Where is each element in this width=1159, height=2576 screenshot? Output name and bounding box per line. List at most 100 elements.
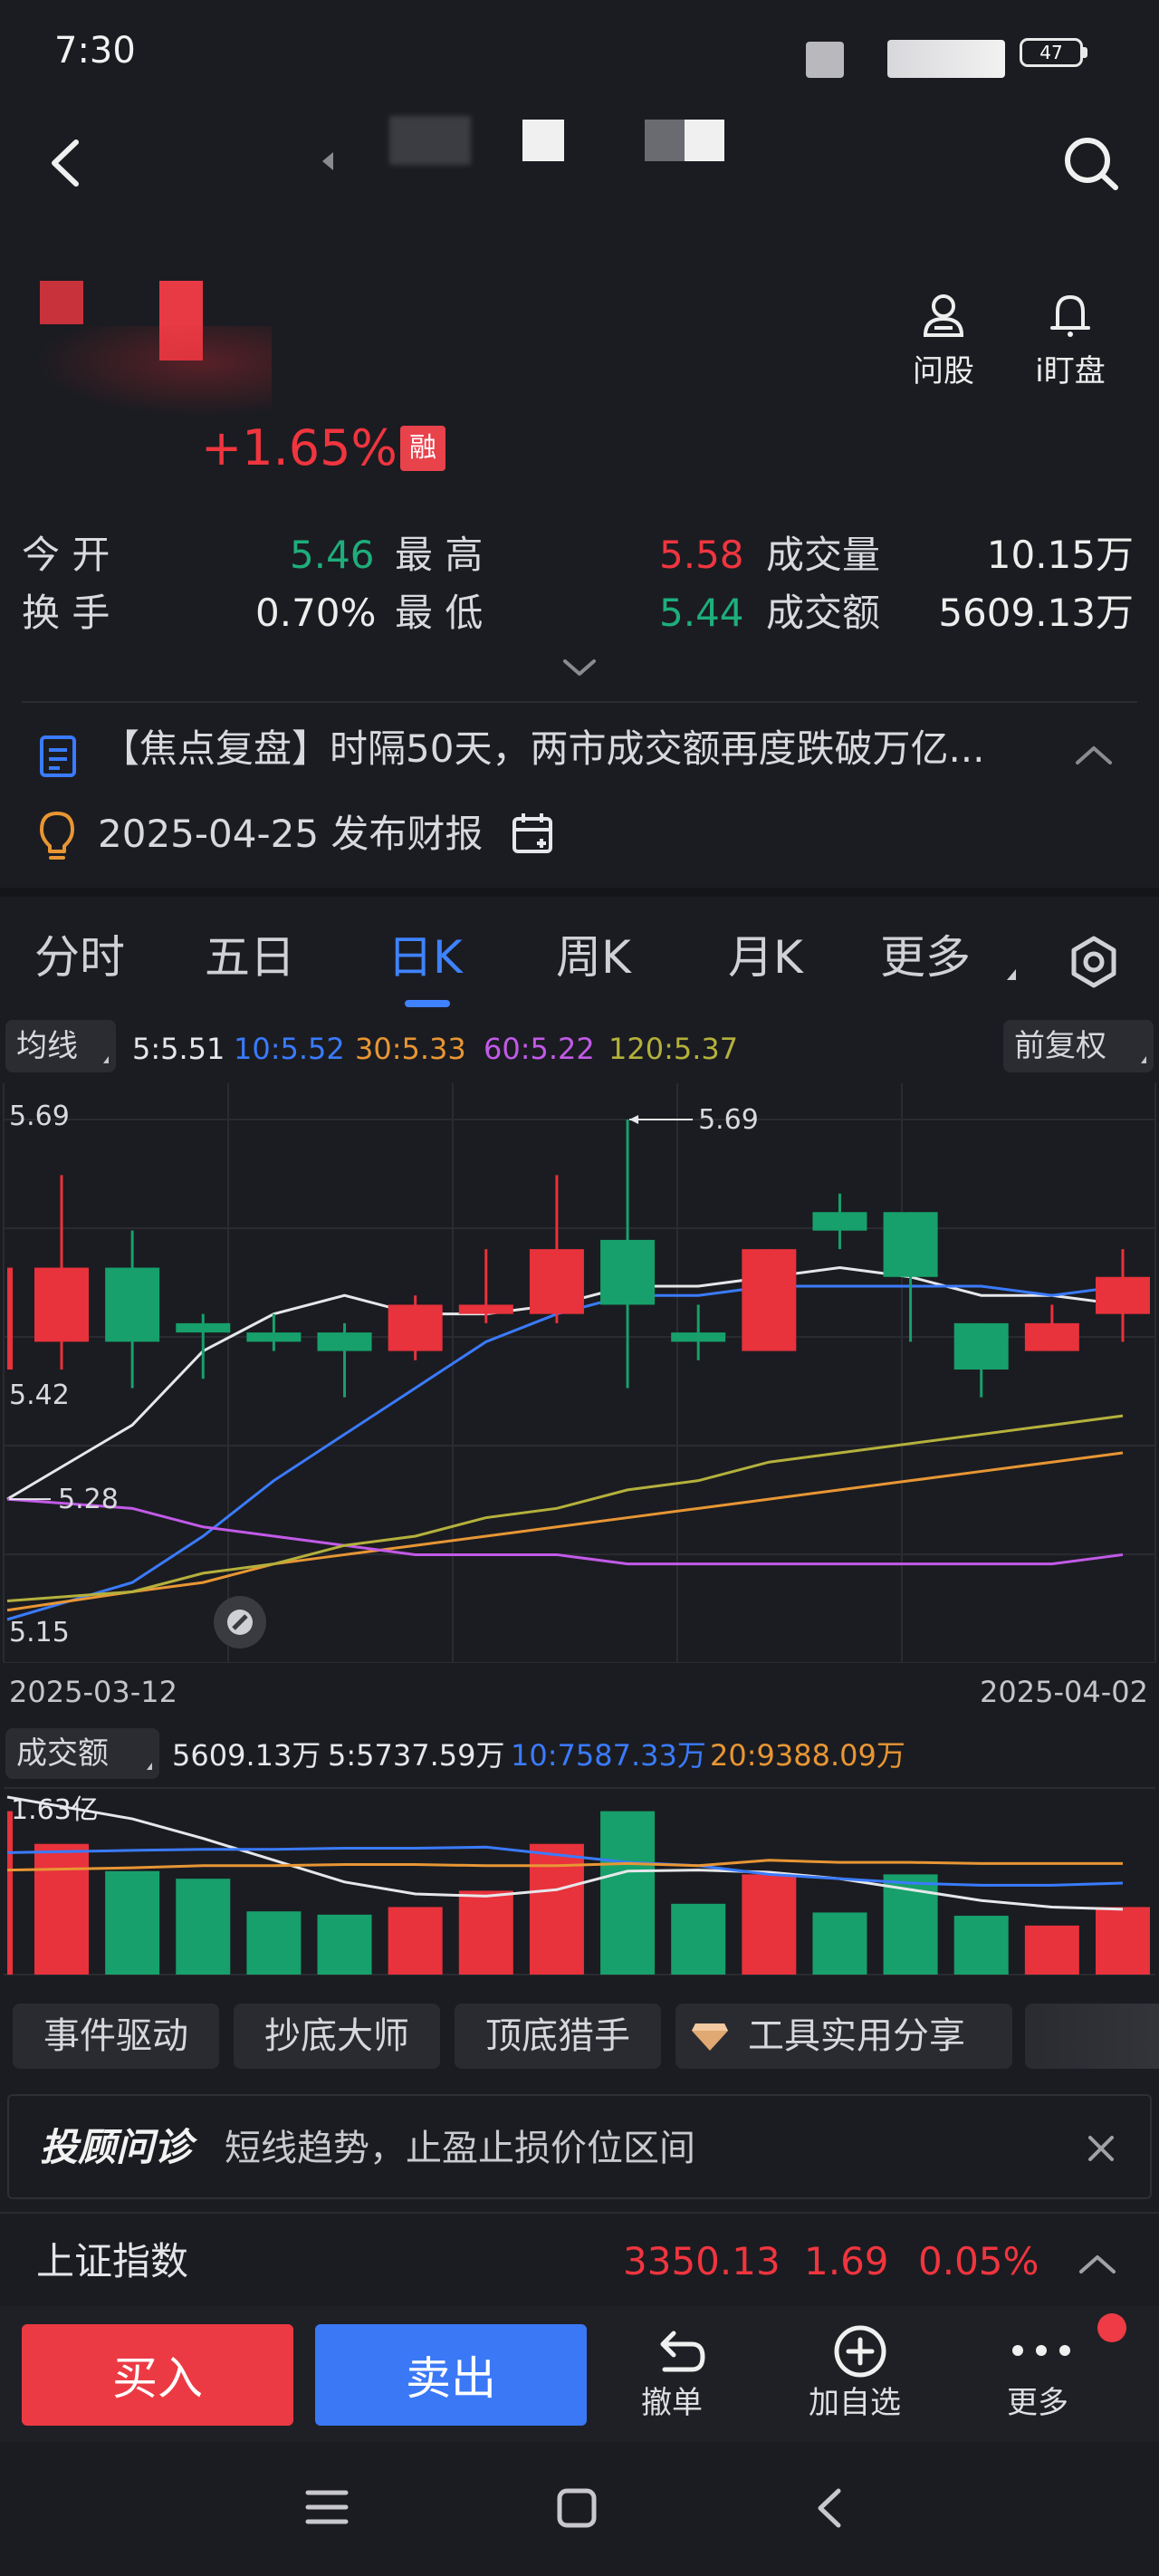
candle-body [812, 1212, 867, 1231]
draw-tool-button[interactable] [214, 1596, 266, 1648]
index-value: 3350.13 [623, 2239, 781, 2283]
watch-label: i盯盘 [1035, 353, 1106, 389]
add-watchlist-label: 加自选 [809, 2385, 901, 2421]
volume-bar [317, 1914, 372, 1975]
chip-bottom-master[interactable]: 抄底大师 [234, 2004, 440, 2069]
sell-button[interactable]: 卖出 [315, 2324, 587, 2426]
tab-more[interactable]: 更多 [880, 935, 971, 980]
search-icon[interactable] [1059, 131, 1123, 195]
signal-icon [806, 42, 844, 78]
vol-ma10: 10:7587.33万 [511, 1738, 706, 1773]
candlestick-chart[interactable]: 5.69 5.42 5.15 5.69 5.28 [0, 1083, 1159, 1663]
candle-body [105, 1267, 160, 1342]
ma-120: 120:5.37 [608, 1032, 739, 1066]
candle-body [388, 1304, 443, 1351]
notification-dot [1097, 2313, 1126, 2342]
volume-bar [671, 1903, 726, 1975]
candles [7, 1120, 1150, 1398]
more-button[interactable]: 更多 [987, 2313, 1126, 2427]
advisor-banner[interactable]: 投顾问诊 短线趋势，止盈止损价位区间 [7, 2094, 1152, 2199]
report-row[interactable]: 2025-04-25 发布财报 [22, 806, 656, 870]
candle-body [246, 1332, 302, 1342]
turnover-label: 换 手 [22, 591, 110, 635]
collapse-chevron-icon[interactable] [1074, 743, 1114, 766]
change-percent: +1.65% [201, 419, 398, 476]
ma-5: 5:5.51 [132, 1032, 225, 1066]
vol-ma20: 20:9388.09万 [710, 1738, 905, 1773]
prev-stock-icon[interactable] [322, 152, 333, 170]
price-label-bottom: 5.15 [9, 1617, 70, 1648]
document-icon [40, 735, 76, 777]
volume-bar [458, 1890, 513, 1975]
volume-bar [600, 1811, 656, 1975]
amount-label: 成交额 [766, 591, 881, 635]
price-redacted [36, 326, 272, 417]
chip-event-driven[interactable]: 事件驱动 [13, 2004, 219, 2069]
advisor-brand: 投顾问诊 [40, 2125, 193, 2169]
divider [0, 2212, 1159, 2214]
volume-bars [7, 1811, 1150, 1975]
candle-body [953, 1322, 1009, 1370]
back-icon[interactable] [36, 131, 100, 195]
tab-intraday[interactable]: 分时 [34, 935, 125, 980]
settings-icon[interactable] [1067, 935, 1121, 993]
close-icon[interactable] [1085, 2132, 1117, 2165]
ma-60: 60:5.22 [484, 1032, 595, 1066]
add-watchlist-button[interactable]: 加自选 [797, 2319, 924, 2427]
expand-chevron-icon[interactable] [561, 658, 598, 683]
candle-body [883, 1212, 938, 1277]
volume-chart[interactable] [0, 1786, 1159, 1978]
chip-blurred[interactable] [1025, 2004, 1159, 2069]
buy-button[interactable]: 买入 [22, 2324, 293, 2426]
tab-monthly-k[interactable]: 月K [728, 935, 803, 980]
lightbulb-icon [40, 812, 74, 860]
tab-daily-k[interactable]: 日K [388, 935, 463, 980]
volume-bar [1096, 1907, 1150, 1975]
cancel-order-label: 撤单 [641, 2385, 703, 2421]
menu-icon[interactable] [304, 2487, 350, 2527]
candle-body [600, 1239, 656, 1305]
report-text: 2025-04-25 发布财报 [98, 812, 484, 856]
more-label: 更多 [1007, 2385, 1068, 2421]
volume-indicator-selector[interactable]: 成交额 [5, 1728, 159, 1779]
high-annotation: 5.69 [698, 1104, 759, 1136]
volume-bar [246, 1911, 302, 1975]
home-icon[interactable] [556, 2487, 598, 2529]
tab-weekly-k[interactable]: 周K [556, 935, 631, 980]
index-name: 上证指数 [36, 2239, 189, 2283]
tab-five-day[interactable]: 五日 [205, 935, 295, 980]
volume-bar-edge [7, 1811, 13, 1975]
volume-indicator-label: 成交额 [16, 1735, 109, 1772]
price-label-mid: 5.42 [9, 1379, 70, 1411]
low-value: 5.44 [659, 591, 744, 635]
status-time: 7:30 [54, 30, 136, 72]
chip-top-bottom-hunter[interactable]: 顶底猎手 [455, 2004, 661, 2069]
candle-body [317, 1332, 372, 1351]
news-text: 【焦点复盘】时隔50天，两市成交额再度跌破万亿... [101, 726, 985, 771]
undo-icon [660, 2331, 705, 2372]
news-row[interactable]: 【焦点复盘】时隔50天，两市成交额再度跌破万亿... [22, 726, 1145, 790]
ma-line-120 [6, 1414, 1124, 1603]
ask-stock-button[interactable]: 问股 [905, 288, 982, 390]
volume-label: 成交量 [766, 533, 881, 577]
x-end-label: 2025-04-02 [980, 1675, 1148, 1709]
candle-body [1096, 1276, 1150, 1314]
system-back-icon[interactable] [811, 2485, 848, 2531]
adjust-label: 前复权 [1014, 1028, 1106, 1064]
more-dropdown-icon [1007, 969, 1016, 980]
candle-body [176, 1322, 231, 1333]
diamond-icon [692, 2023, 728, 2051]
adjust-selector[interactable]: 前复权 [1003, 1020, 1154, 1072]
turnover-value: 0.70% [255, 591, 377, 635]
battery-cap [1083, 47, 1087, 58]
index-ticker[interactable]: 上证指数 3350.13 1.69 0.05% [0, 2216, 1159, 2306]
cancel-order-button[interactable]: 撤单 [625, 2319, 733, 2427]
price-redacted [40, 281, 83, 324]
watch-button[interactable]: i盯盘 [1032, 288, 1108, 390]
chip-tools-share[interactable]: 工具实用分享 [675, 2004, 1012, 2069]
add-circle-icon [834, 2325, 886, 2378]
candle-edge [7, 1267, 13, 1370]
volume-bar [105, 1870, 160, 1975]
chevron-up-icon[interactable] [1078, 2252, 1117, 2275]
ma-selector[interactable]: 均线 [5, 1020, 116, 1072]
